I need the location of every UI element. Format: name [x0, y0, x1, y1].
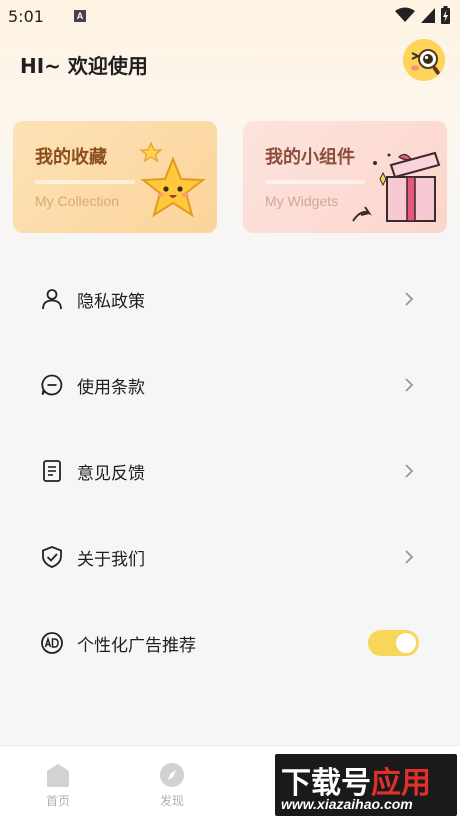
collection-card-subtitle: My Collection: [35, 193, 120, 209]
shield-check-icon: [42, 546, 62, 568]
status-bar: 5:01 A: [0, 0, 460, 32]
chat-bubble-icon: [41, 374, 63, 396]
page-title: HI~ 欢迎使用: [20, 53, 148, 78]
tab-discover[interactable]: 发现: [142, 762, 202, 809]
chevron-right-icon: [405, 378, 414, 392]
signal-icon: [421, 8, 435, 23]
home-icon: [47, 764, 69, 787]
compass-icon: [160, 763, 184, 787]
menu-item-about[interactable]: 关于我们: [0, 514, 460, 600]
document-icon: [43, 460, 61, 482]
watermark-url: www.xiazaihao.com: [281, 796, 413, 812]
chevron-right-icon: [405, 550, 414, 564]
menu-item-feedback[interactable]: 意见反馈: [0, 428, 460, 514]
ad-icon: [41, 632, 63, 654]
menu-label-about: 关于我们: [77, 549, 145, 570]
tab-label-discover: 发现: [159, 794, 184, 808]
personalized-ads-toggle[interactable]: [368, 630, 419, 656]
battery-icon: [441, 6, 450, 24]
widgets-card-subtitle: My Widgets: [265, 193, 339, 209]
notification-icon: A: [73, 10, 86, 22]
widgets-card-title: 我的小组件: [265, 147, 355, 168]
collection-card-title: 我的收藏: [35, 147, 107, 168]
star-mascot-icon: [139, 141, 206, 218]
collection-card-divider: [35, 180, 135, 184]
menu-item-privacy[interactable]: 隐私政策: [0, 256, 460, 342]
menu-label-personalized-ads: 个性化广告推荐: [77, 635, 196, 656]
menu-item-personalized-ads: 个性化广告推荐: [0, 600, 460, 686]
menu-label-feedback: 意见反馈: [77, 463, 145, 484]
toggle-knob: [396, 633, 416, 653]
avatar[interactable]: [403, 39, 445, 81]
person-icon: [42, 289, 62, 310]
menu-label-terms: 使用条款: [77, 377, 145, 398]
tab-home[interactable]: 首页: [28, 762, 88, 809]
chevron-right-icon: [405, 464, 414, 478]
tab-label-home: 首页: [45, 794, 70, 808]
gift-box-icon: [352, 151, 441, 222]
collection-card[interactable]: 我的收藏 My Collection: [13, 121, 217, 233]
wifi-icon: [395, 7, 415, 22]
menu-label-privacy: 隐私政策: [77, 291, 145, 312]
avatar-mascot-icon: [403, 39, 445, 81]
status-time: 5:01: [8, 6, 44, 26]
menu-item-terms[interactable]: 使用条款: [0, 342, 460, 428]
status-icons: [395, 6, 450, 24]
chevron-right-icon: [405, 292, 414, 306]
watermark-logo: 下载号应用 www.xiazaihao.com: [275, 754, 457, 816]
widgets-card[interactable]: 我的小组件 My Widgets: [243, 121, 447, 233]
